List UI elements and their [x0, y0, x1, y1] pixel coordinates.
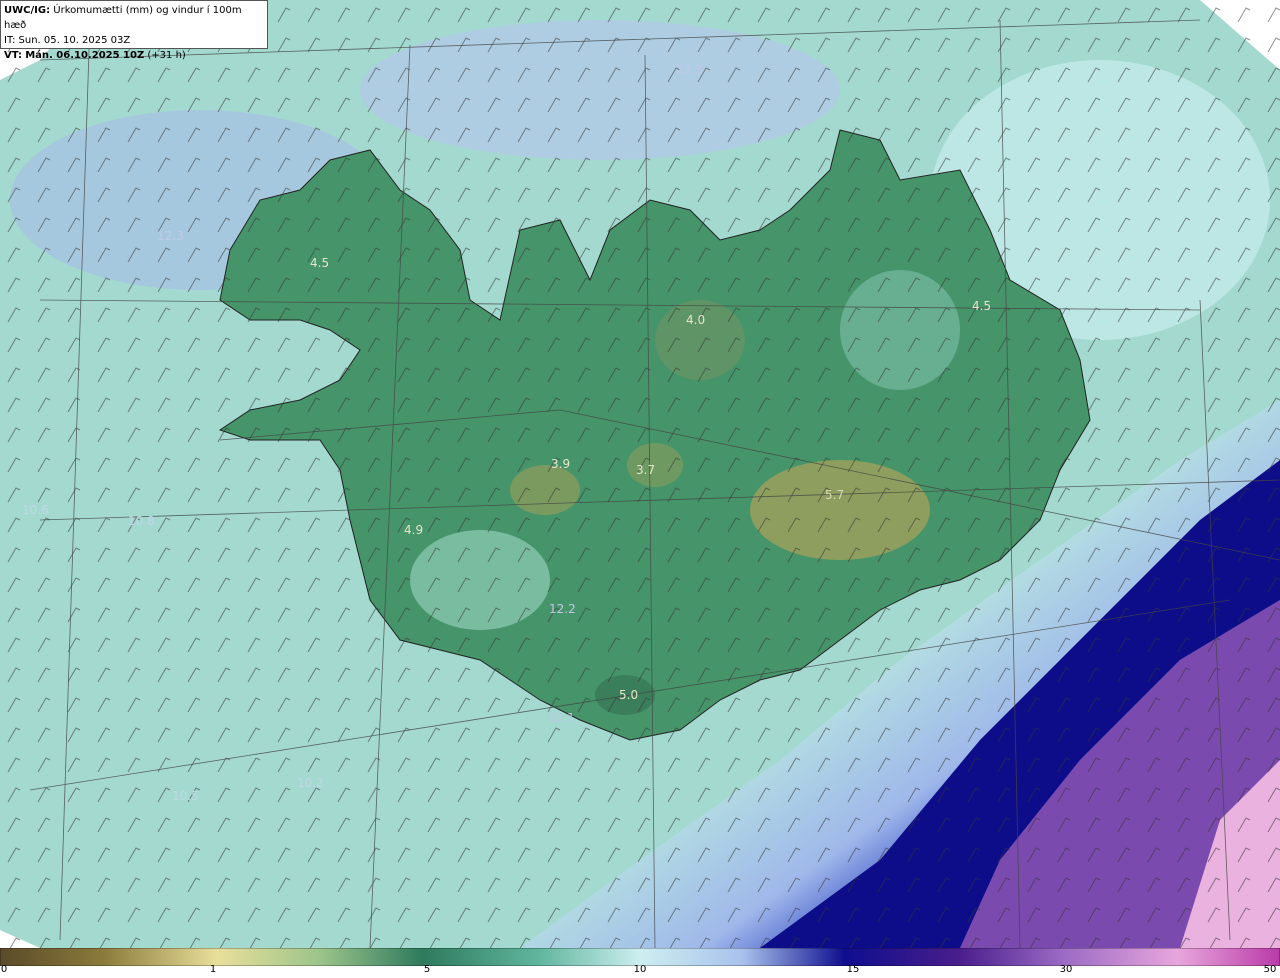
value-label: 4.5 [310, 256, 329, 270]
valid-time-prefix: VT: [4, 50, 23, 61]
value-label: 5.7 [825, 488, 844, 502]
initial-time: IT: Sun. 05. 10. 2025 03Z [4, 35, 131, 46]
value-label: 5.0 [619, 688, 638, 702]
legend-tick: 0 [0, 964, 8, 975]
legend-tick: 15 [846, 964, 860, 975]
value-label: 10.5 [172, 789, 199, 803]
legend-tick: 10 [633, 964, 647, 975]
value-label: 10.8 [128, 514, 155, 528]
value-label: 12.1 [548, 711, 575, 725]
title-line: UWC/IG: Úrkomumætti (mm) og vindur í 100… [4, 3, 264, 33]
legend-tick: 50 [1263, 964, 1277, 975]
value-label: 12.2 [549, 602, 576, 616]
valid-time: Mán. 06.10.2025 10Z [25, 50, 145, 61]
value-label: 4.5 [972, 299, 991, 313]
value-label: 4.0 [686, 313, 705, 327]
value-label: 10.6 [22, 503, 49, 517]
value-label: 12.3 [157, 229, 184, 243]
legend-tick: 1 [209, 964, 217, 975]
value-label: 10.2 [297, 776, 324, 790]
valid-time-line: VT: Mán. 06.10.2025 10Z (+31 h) [4, 48, 264, 63]
value-label: 3.9 [551, 457, 570, 471]
forecast-offset: (+31 h) [147, 50, 186, 61]
forecast-info-box: UWC/IG: Úrkomumætti (mm) og vindur í 100… [0, 0, 268, 61]
model-name: UWC/IG: [4, 5, 51, 16]
precipitation-map: 4.5 4.0 4.5 3.9 3.7 4.9 5.0 5.7 12.3 12.… [0, 0, 1280, 949]
color-legend-ticks: 0 1 5 10 15 30 50 [0, 964, 1280, 978]
value-label: 4.9 [404, 523, 423, 537]
legend-tick: 5 [423, 964, 431, 975]
legend-tick: 30 [1059, 964, 1073, 975]
value-label: 3.7 [636, 463, 655, 477]
value-label: 12.3 [676, 63, 703, 77]
